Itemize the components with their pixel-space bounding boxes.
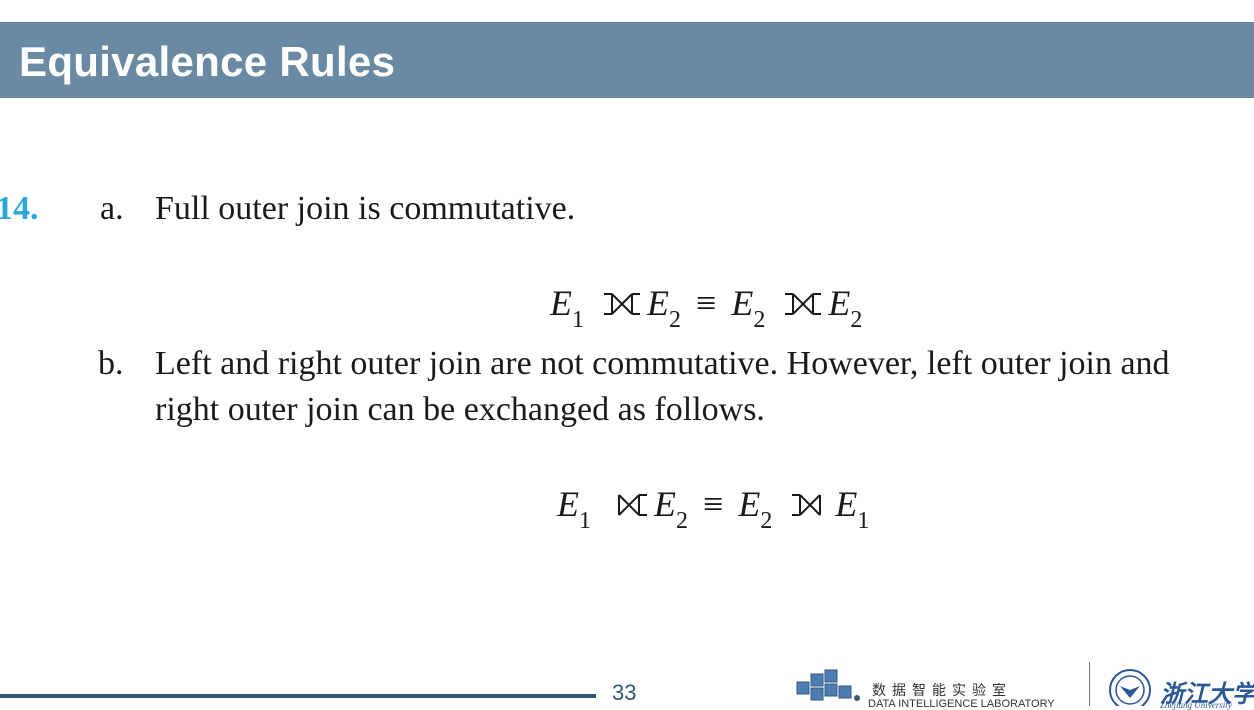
right-outer-join-icon — [618, 493, 647, 516]
eq1-rhs2: E — [828, 283, 851, 323]
eq2-rhs1-sub: 2 — [760, 508, 773, 534]
lab-name-english: DATA INTELLIGENCE LABORATORY — [868, 698, 1055, 710]
eq1-mid: E — [647, 283, 669, 323]
item-a-text: Full outer join is commutative. — [155, 190, 576, 227]
eq2-rhs2-sub: 1 — [857, 508, 870, 534]
slide-title-bar: Equivalence Rules — [0, 22, 1254, 98]
footer-divider-line — [0, 694, 596, 698]
eq2-lhs: E — [557, 484, 579, 524]
item-b-letter: b. — [98, 345, 124, 382]
slide-title: Equivalence Rules — [19, 38, 396, 85]
full-outer-join-icon — [785, 292, 822, 315]
equation-left-right-outer-join: E1 E2 ≡ E2 E1 — [557, 483, 869, 534]
eq1-lhs: E — [550, 283, 572, 323]
eq2-equiv: ≡ — [703, 484, 724, 524]
eq1-lhs-sub: 1 — [572, 307, 584, 333]
eq2-mid-sub: 2 — [676, 508, 688, 534]
lab-name-chinese: 数据智能实验室 — [872, 683, 1012, 699]
eq1-rhs2-sub: 2 — [850, 307, 863, 333]
eq1-rhs1: E — [731, 283, 754, 323]
eq2-rhs2: E — [835, 484, 858, 524]
eq1-mid-sub: 2 — [669, 307, 681, 333]
university-emblem-icon — [1109, 669, 1151, 706]
footer-logo-divider — [1089, 662, 1090, 706]
item-a-letter: a. — [100, 190, 124, 227]
left-outer-join-icon — [792, 493, 822, 516]
item-b-line-2: right outer join can be exchanged as fol… — [155, 391, 765, 428]
rule-number: 14. — [0, 190, 39, 227]
university-name-english: Zhejiang University — [1160, 700, 1232, 710]
equation-full-outer-join: E1 E2 ≡ E2 E2 — [550, 282, 862, 333]
eq2-lhs-sub: 1 — [579, 508, 591, 534]
eq2-rhs1: E — [738, 484, 761, 524]
item-b-line-1: Left and right outer join are not commut… — [155, 345, 1170, 382]
full-outer-join-icon — [604, 292, 640, 315]
eq1-equiv: ≡ — [696, 283, 717, 323]
eq1-rhs1-sub: 2 — [753, 307, 766, 333]
lab-logo-icon — [796, 669, 860, 701]
eq2-mid: E — [654, 484, 676, 524]
page-number: 33 — [612, 680, 637, 705]
